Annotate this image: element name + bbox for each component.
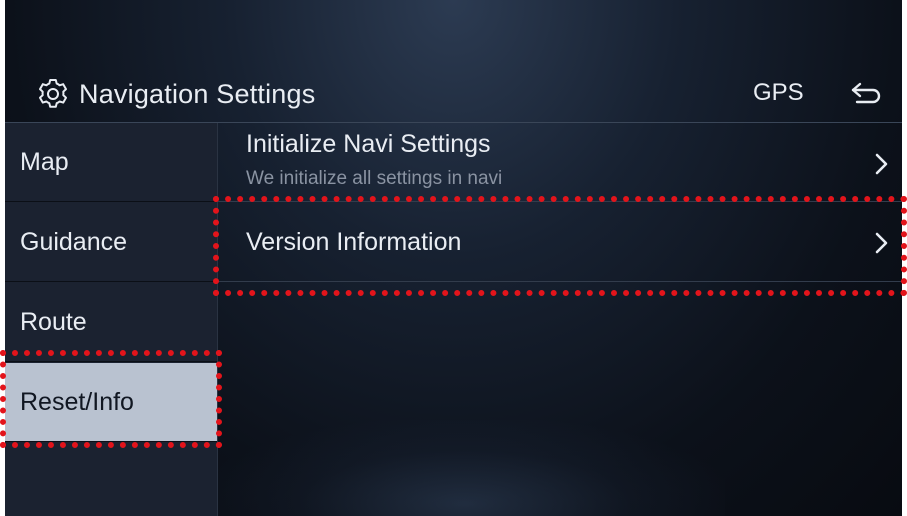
header-bar: Navigation Settings GPS <box>5 62 902 122</box>
sidebar-item-label: Guidance <box>20 227 128 256</box>
list-item-subtitle: We initialize all settings in navi <box>246 168 503 189</box>
sidebar-item-label: Route <box>20 307 87 336</box>
sidebar-item-map[interactable]: Map <box>5 123 217 202</box>
navigation-settings-screen: Navigation Settings GPS Map Guidance Rou… <box>5 0 902 516</box>
list-item-title: Initialize Navi Settings <box>246 130 491 158</box>
list-item-title: Version Information <box>246 228 462 256</box>
back-button[interactable] <box>847 76 887 110</box>
settings-list: Initialize Navi Settings We initialize a… <box>218 123 902 516</box>
sidebar-item-label: Map <box>20 147 69 176</box>
gps-button[interactable]: GPS <box>753 79 804 107</box>
sidebar-item-reset-info[interactable]: Reset/Info <box>5 363 217 442</box>
list-item-version-information[interactable]: Version Information <box>218 203 902 282</box>
sidebar: Map Guidance Route Reset/Info <box>5 123 217 516</box>
sidebar-item-label: Reset/Info <box>20 387 134 416</box>
sidebar-item-route[interactable]: Route <box>5 283 217 362</box>
chevron-right-icon <box>874 231 890 255</box>
page-title-group: Navigation Settings <box>35 76 315 112</box>
gear-icon <box>35 76 71 112</box>
page-title: Navigation Settings <box>79 78 316 109</box>
chevron-right-icon <box>874 152 890 176</box>
list-item-initialize-navi-settings[interactable]: Initialize Navi Settings We initialize a… <box>218 123 902 202</box>
back-arrow-icon <box>847 82 887 114</box>
sidebar-item-guidance[interactable]: Guidance <box>5 203 217 282</box>
